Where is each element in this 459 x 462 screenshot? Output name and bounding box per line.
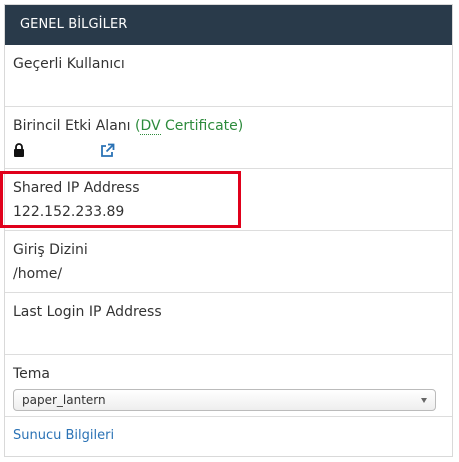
external-link-icon[interactable] (100, 143, 115, 158)
cert-rest: Certificate) (160, 118, 244, 134)
theme-row: Tema paper_lantern (5, 355, 452, 417)
last-login-row: Last Login IP Address (5, 293, 452, 355)
server-info-row: Sunucu Bilgileri (5, 417, 452, 458)
theme-select-value: paper_lantern (22, 393, 106, 407)
dv-certificate-link[interactable]: DV (140, 118, 161, 135)
current-user-row: Geçerli Kullanıcı (5, 45, 452, 107)
server-info-link[interactable]: Sunucu Bilgileri (13, 428, 114, 443)
primary-domain-label-text: Birincil Etki Alanı (13, 118, 131, 134)
theme-label: Tema (13, 366, 51, 382)
shared-ip-value: 122.152.233.89 (13, 204, 125, 220)
home-directory-row: Giriş Dizini /home/ (5, 231, 452, 293)
last-login-label: Last Login IP Address (13, 304, 162, 320)
current-user-label: Geçerli Kullanıcı (13, 56, 125, 72)
chevron-down-icon (421, 398, 427, 403)
theme-select[interactable]: paper_lantern (13, 389, 436, 411)
home-directory-label: Giriş Dizini (13, 242, 88, 258)
primary-domain-label: Birincil Etki Alanı (DV Certificate) (13, 118, 243, 135)
shared-ip-row: Shared IP Address 122.152.233.89 (5, 169, 452, 231)
certificate-status: (DV Certificate) (135, 118, 243, 135)
lock-icon (14, 143, 24, 157)
primary-domain-row: Birincil Etki Alanı (DV Certificate) (5, 107, 452, 169)
shared-ip-label: Shared IP Address (13, 180, 140, 196)
home-directory-value: /home/ (13, 266, 63, 282)
panel-title: GENEL BİLGİLER (5, 5, 452, 45)
general-info-panel: GENEL BİLGİLER Geçerli Kullanıcı Birinci… (4, 4, 453, 457)
